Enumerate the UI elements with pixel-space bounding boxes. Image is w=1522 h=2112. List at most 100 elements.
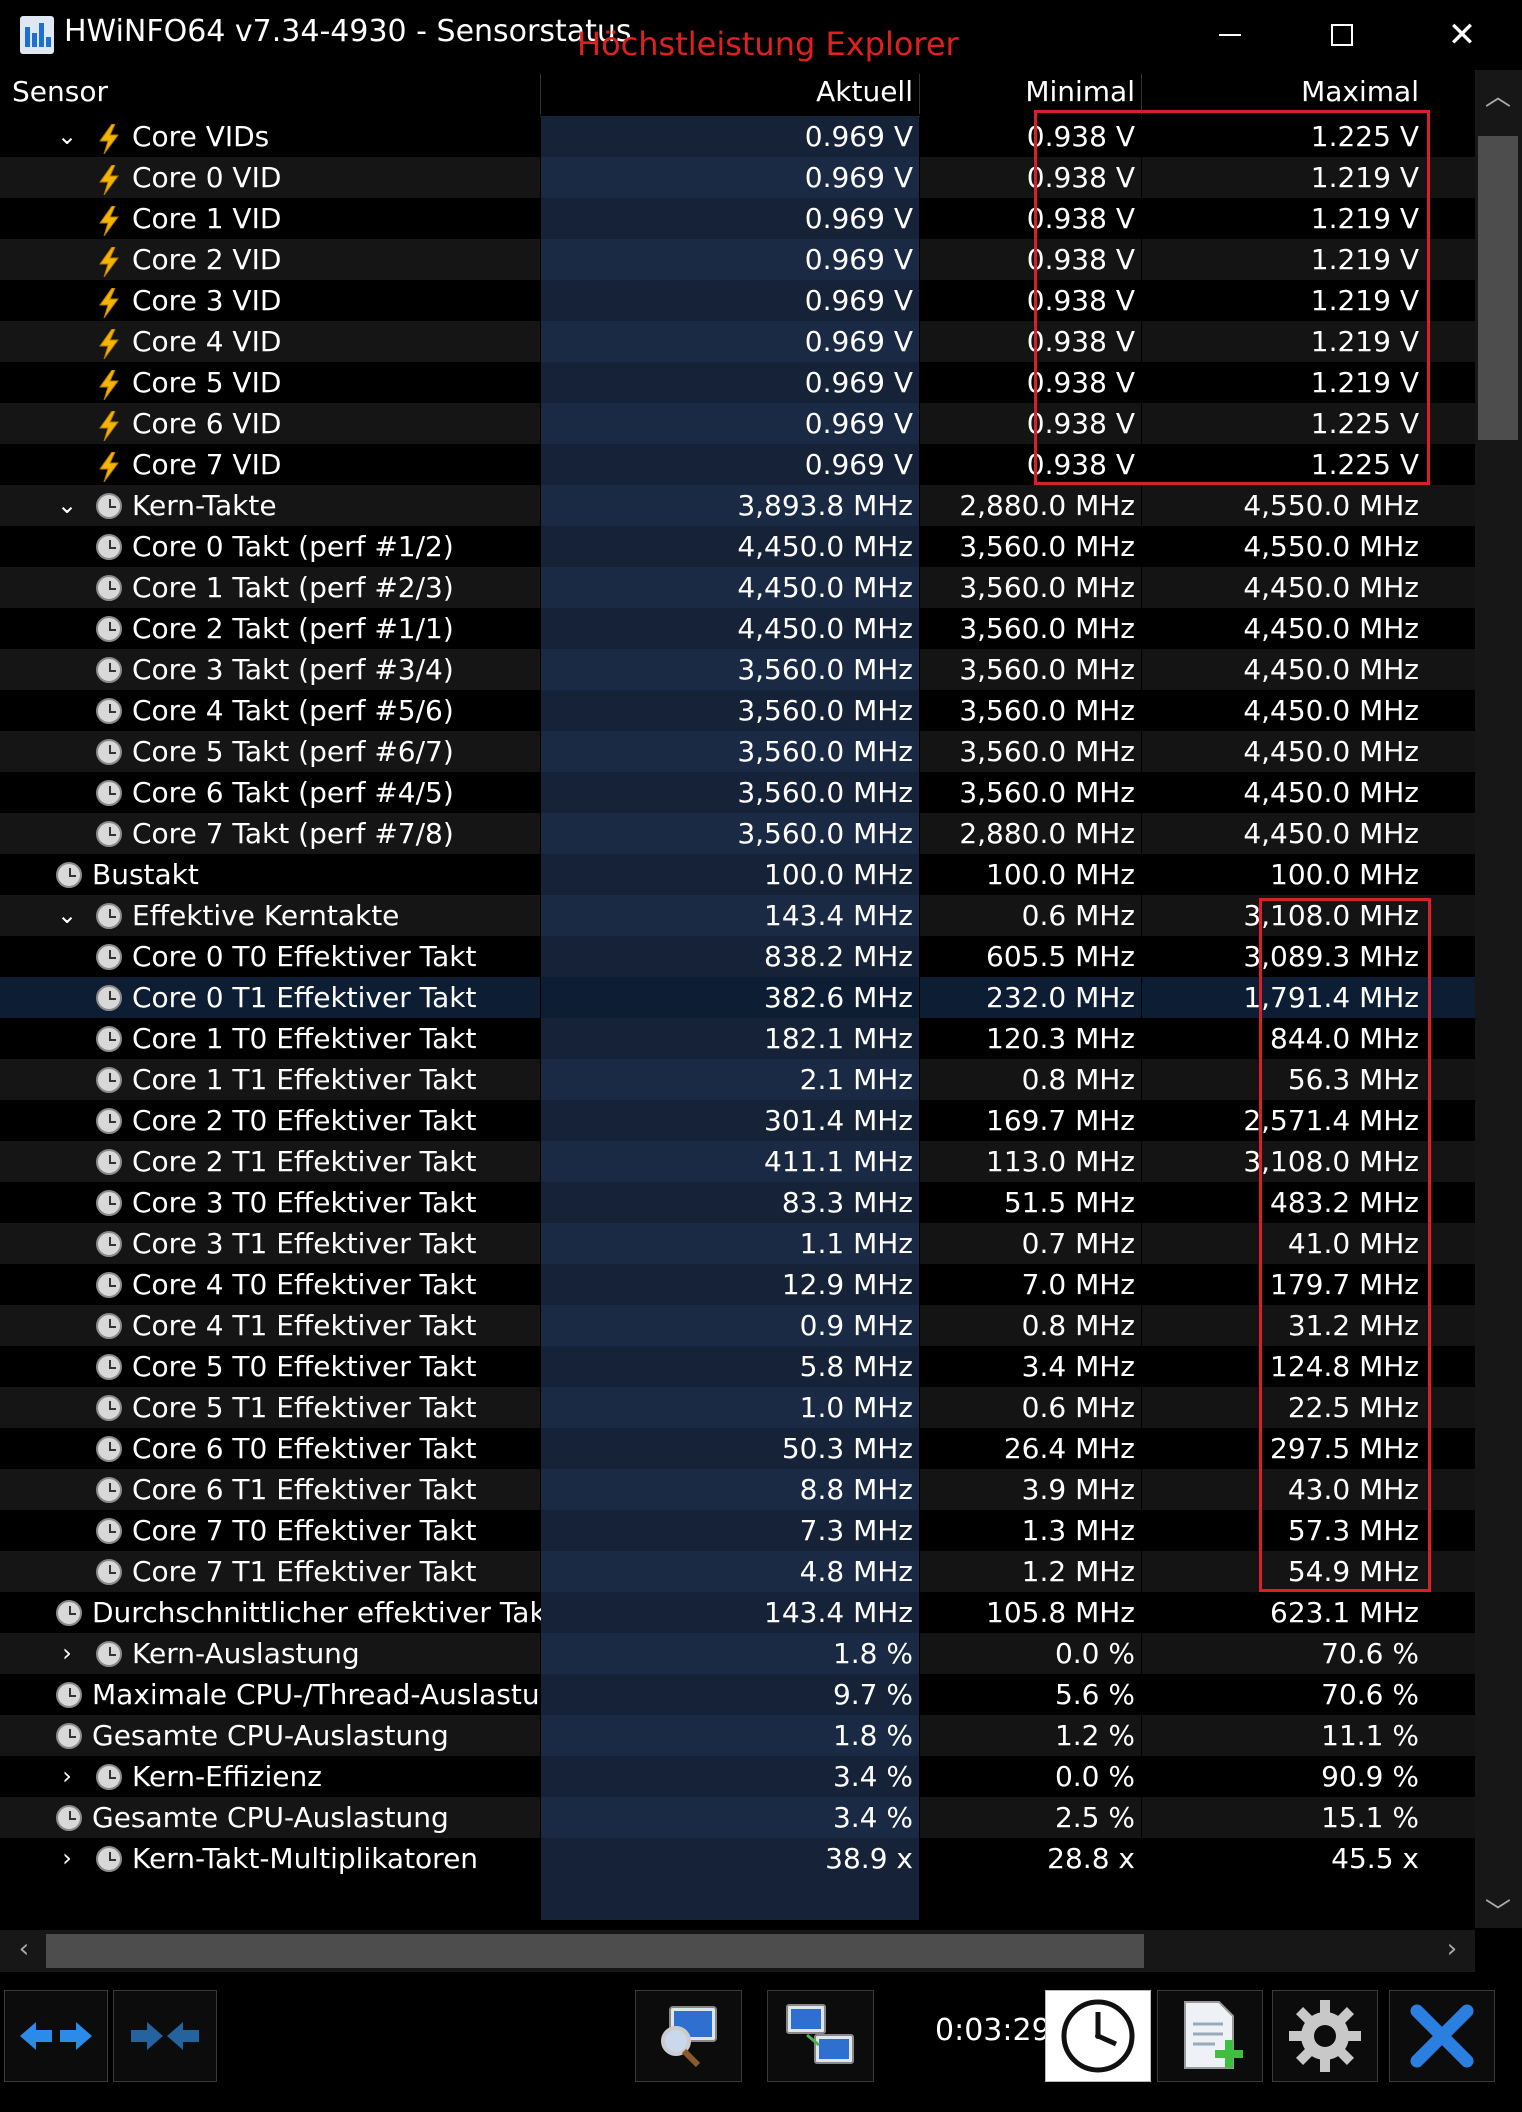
sensor-row[interactable]: Core 1 Takt (perf #2/3) 4,450.0 MHz 3,560.… — [0, 567, 1475, 608]
scroll-right-icon[interactable]: › — [1432, 1934, 1472, 1964]
sensor-name-cell[interactable]: Core 5 VID — [0, 362, 540, 403]
sensor-row[interactable]: ⌄ Kern-Takte 3,893.8 MHz 2,880.0 MHz 4,550.0… — [0, 485, 1475, 526]
expand-collapse-button[interactable] — [4, 1990, 108, 2082]
sensor-name-cell[interactable]: Core 5 T1 Effektiver Takt — [0, 1387, 540, 1428]
expand-chevron-icon[interactable]: › — [52, 1838, 82, 1879]
sensor-row[interactable]: Core 2 T1 Effektiver Takt 411.1 MHz 113.0 … — [0, 1141, 1475, 1182]
sensor-name-cell[interactable]: ⌄ Kern-Takte — [0, 485, 540, 526]
expand-chevron-icon[interactable]: › — [52, 1633, 82, 1674]
sensor-row[interactable]: ⌄ Core VIDs 0.969 V 0.938 V 1.225 V — [0, 116, 1475, 157]
sensor-row[interactable]: Maximale CPU-/Thread-Auslastung 9.7 % 5.6 … — [0, 1674, 1475, 1715]
sensor-row[interactable]: Core 0 Takt (perf #1/2) 4,450.0 MHz 3,560.… — [0, 526, 1475, 567]
sensor-name-cell[interactable]: Core 7 VID — [0, 444, 540, 485]
header-aktuell[interactable]: Aktuell — [541, 70, 913, 116]
sensor-row[interactable]: Core 4 Takt (perf #5/6) 3,560.0 MHz 3,560.… — [0, 690, 1475, 731]
sensor-name-cell[interactable]: Core 2 Takt (perf #1/1) — [0, 608, 540, 649]
sensor-name-cell[interactable]: Core 7 T1 Effektiver Takt — [0, 1551, 540, 1592]
sensor-name-cell[interactable]: Core 6 T0 Effektiver Takt — [0, 1428, 540, 1469]
sensor-row[interactable]: Core 7 T0 Effektiver Takt 7.3 MHz 1.3 MHz 5… — [0, 1510, 1475, 1551]
sensor-row[interactable]: › Kern-Effizienz 3.4 % 0.0 % 90.9 % — [0, 1756, 1475, 1797]
sensor-name-cell[interactable]: Core 0 VID — [0, 157, 540, 198]
sensor-name-cell[interactable]: Core 3 Takt (perf #3/4) — [0, 649, 540, 690]
sensor-row[interactable]: Core 7 T1 Effektiver Takt 4.8 MHz 1.2 MHz 5… — [0, 1551, 1475, 1592]
scroll-up-icon[interactable]: ︿ — [1478, 76, 1518, 113]
sensor-name-cell[interactable]: Durchschnittlicher effektiver Takt — [0, 1592, 557, 1633]
sensor-name-cell[interactable]: Maximale CPU-/Thread-Auslastung — [0, 1674, 575, 1715]
sensor-name-cell[interactable]: Core 2 T1 Effektiver Takt — [0, 1141, 540, 1182]
collapse-chevron-icon[interactable]: ⌄ — [52, 116, 82, 157]
sensor-name-cell[interactable]: › Kern-Takt-Multiplikatoren — [0, 1838, 540, 1879]
sensor-name-cell[interactable]: Core 0 Takt (perf #1/2) — [0, 526, 540, 567]
sensor-row[interactable]: Core 1 VID 0.969 V 0.938 V 1.219 V — [0, 198, 1475, 239]
sensor-name-cell[interactable]: Core 6 T1 Effektiver Takt — [0, 1469, 540, 1510]
sensor-name-cell[interactable]: Core 1 T1 Effektiver Takt — [0, 1059, 540, 1100]
sensor-row[interactable]: Core 1 T0 Effektiver Takt 182.1 MHz 120.3 … — [0, 1018, 1475, 1059]
minimize-button[interactable] — [1185, 0, 1275, 70]
sensor-name-cell[interactable]: Gesamte CPU-Auslastung — [0, 1797, 540, 1838]
sensor-name-cell[interactable]: › Kern-Auslastung — [0, 1633, 540, 1674]
sensor-row[interactable]: Core 2 Takt (perf #1/1) 4,450.0 MHz 3,560.… — [0, 608, 1475, 649]
collapse-chevron-icon[interactable]: ⌄ — [52, 895, 82, 936]
expand-chevron-icon[interactable]: › — [52, 1756, 82, 1797]
sensor-name-cell[interactable]: Core 4 T1 Effektiver Takt — [0, 1305, 540, 1346]
sensor-row[interactable]: Core 3 T1 Effektiver Takt 1.1 MHz 0.7 MHz 4… — [0, 1223, 1475, 1264]
sensor-name-cell[interactable]: Gesamte CPU-Auslastung — [0, 1715, 540, 1756]
sensor-row[interactable]: Core 0 VID 0.969 V 0.938 V 1.219 V — [0, 157, 1475, 198]
sensor-row[interactable]: ⌄ Effektive Kerntakte 143.4 MHz 0.6 MHz 3,10… — [0, 895, 1475, 936]
sensor-row[interactable]: Core 4 T0 Effektiver Takt 12.9 MHz 7.0 MHz… — [0, 1264, 1475, 1305]
sensor-name-cell[interactable]: Core 6 Takt (perf #4/5) — [0, 772, 540, 813]
sensor-row[interactable]: › Kern-Auslastung 1.8 % 0.0 % 70.6 % — [0, 1633, 1475, 1674]
sensor-row[interactable]: Core 7 VID 0.969 V 0.938 V 1.225 V — [0, 444, 1475, 485]
sensor-name-cell[interactable]: Core 1 Takt (perf #2/3) — [0, 567, 540, 608]
collapse-chevron-icon[interactable]: ⌄ — [52, 485, 82, 526]
sensor-name-cell[interactable]: Core 0 T0 Effektiver Takt — [0, 936, 540, 977]
sensor-name-cell[interactable]: ⌄ Core VIDs — [0, 116, 540, 157]
sensor-name-cell[interactable]: › Kern-Effizienz — [0, 1756, 540, 1797]
sensor-name-cell[interactable]: ⌄ Effektive Kerntakte — [0, 895, 540, 936]
sensor-row[interactable]: › Kern-Takt-Multiplikatoren 38.9 x 28.8 x 45… — [0, 1838, 1475, 1879]
sensor-name-cell[interactable]: Core 3 VID — [0, 280, 540, 321]
sensor-row[interactable]: Core 3 Takt (perf #3/4) 3,560.0 MHz 3,560.… — [0, 649, 1475, 690]
sensor-name-cell[interactable]: Core 5 Takt (perf #6/7) — [0, 731, 540, 772]
sensor-row[interactable]: Core 6 VID 0.969 V 0.938 V 1.225 V — [0, 403, 1475, 444]
sensor-row[interactable]: Core 3 T0 Effektiver Takt 83.3 MHz 51.5 MH… — [0, 1182, 1475, 1223]
horizontal-scroll-thumb[interactable] — [46, 1934, 1144, 1968]
sensor-name-cell[interactable]: Core 7 T0 Effektiver Takt — [0, 1510, 540, 1551]
sensor-row[interactable]: Core 3 VID 0.969 V 0.938 V 1.219 V — [0, 280, 1475, 321]
sensor-name-cell[interactable]: Core 1 T0 Effektiver Takt — [0, 1018, 540, 1059]
sensor-row[interactable]: Core 5 Takt (perf #6/7) 3,560.0 MHz 3,560.… — [0, 731, 1475, 772]
sensor-name-cell[interactable]: Core 4 Takt (perf #5/6) — [0, 690, 540, 731]
sensor-row[interactable]: Gesamte CPU-Auslastung 1.8 % 1.2 % 11.1 % — [0, 1715, 1475, 1756]
sensor-row[interactable]: Core 6 T0 Effektiver Takt 50.3 MHz 26.4 MH… — [0, 1428, 1475, 1469]
sensor-row[interactable]: Core 5 VID 0.969 V 0.938 V 1.219 V — [0, 362, 1475, 403]
sensor-name-cell[interactable]: Core 7 Takt (perf #7/8) — [0, 813, 540, 854]
scroll-left-icon[interactable]: ‹ — [4, 1934, 44, 1964]
header-minimal[interactable]: Minimal — [920, 70, 1135, 116]
sensor-row[interactable]: Core 7 Takt (perf #7/8) 3,560.0 MHz 2,880.… — [0, 813, 1475, 854]
sensor-row[interactable]: Core 2 T0 Effektiver Takt 301.4 MHz 169.7 … — [0, 1100, 1475, 1141]
sensor-name-cell[interactable]: Core 4 VID — [0, 321, 540, 362]
sensor-name-cell[interactable]: Core 3 T1 Effektiver Takt — [0, 1223, 540, 1264]
scroll-down-icon[interactable]: ﹀ — [1478, 1892, 1518, 1929]
sensor-name-cell[interactable]: Core 4 T0 Effektiver Takt — [0, 1264, 540, 1305]
sensor-name-cell[interactable]: Core 0 T1 Effektiver Takt — [0, 977, 540, 1018]
sensor-name-cell[interactable]: Bustakt — [0, 854, 540, 895]
sensor-row[interactable]: Core 2 VID 0.969 V 0.938 V 1.219 V — [0, 239, 1475, 280]
header-sensor[interactable]: Sensor — [12, 70, 108, 116]
close-button[interactable]: ✕ — [1417, 0, 1507, 70]
clock-reset-button[interactable] — [1045, 1990, 1151, 2082]
sensor-row[interactable]: Core 1 T1 Effektiver Takt 2.1 MHz 0.8 MHz 5… — [0, 1059, 1475, 1100]
sensor-name-cell[interactable]: Core 2 T0 Effektiver Takt — [0, 1100, 540, 1141]
sensor-row[interactable]: Core 6 Takt (perf #4/5) 3,560.0 MHz 3,560.… — [0, 772, 1475, 813]
sensor-row[interactable]: Core 0 T1 Effektiver Takt 382.6 MHz 232.0 … — [0, 977, 1475, 1018]
sensor-name-cell[interactable]: Core 3 T0 Effektiver Takt — [0, 1182, 540, 1223]
sensor-search-button[interactable] — [635, 1990, 742, 2082]
sensor-row[interactable]: Durchschnittlicher effektiver Takt 143.4 … — [0, 1592, 1475, 1633]
sensor-name-cell[interactable]: Core 5 T0 Effektiver Takt — [0, 1346, 540, 1387]
sensor-row[interactable]: Core 4 T1 Effektiver Takt 0.9 MHz 0.8 MHz 3… — [0, 1305, 1475, 1346]
maximize-button[interactable] — [1297, 0, 1387, 70]
sensor-name-cell[interactable]: Core 1 VID — [0, 198, 540, 239]
vertical-scroll-thumb[interactable] — [1478, 136, 1518, 440]
sensor-row[interactable]: Core 0 T0 Effektiver Takt 838.2 MHz 605.5 … — [0, 936, 1475, 977]
settings-button[interactable] — [1272, 1990, 1378, 2082]
